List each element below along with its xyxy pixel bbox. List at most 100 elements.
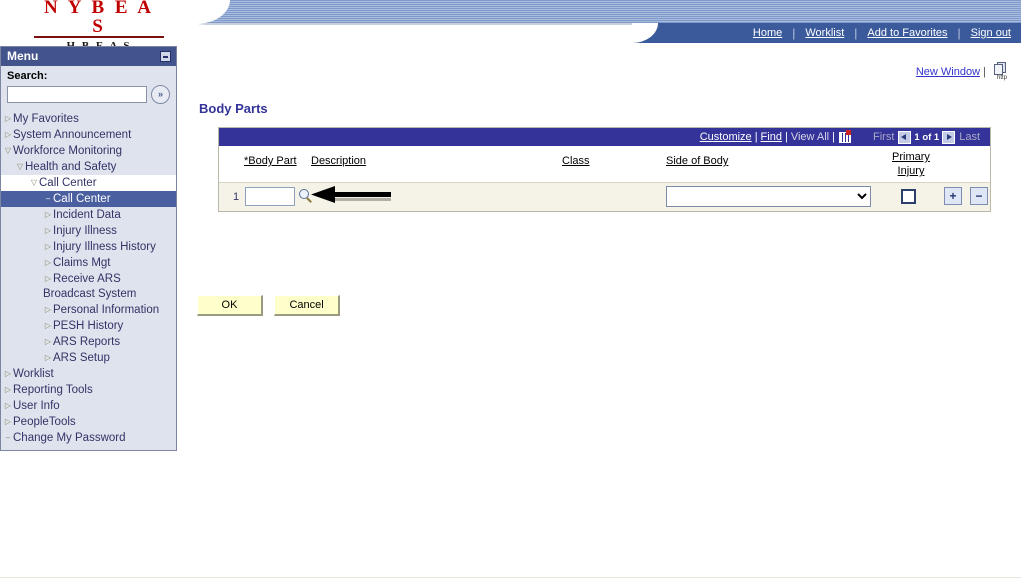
body-part-input[interactable] xyxy=(245,187,295,206)
delete-row-button[interactable]: − xyxy=(970,187,988,205)
twisty-collapsed-icon[interactable]: ▷ xyxy=(43,318,53,333)
grid-separator: | xyxy=(754,131,758,143)
sidebar-item-my-favorites[interactable]: ▷ My Favorites xyxy=(1,111,176,127)
sidebar-item-peopletools[interactable]: ▷ PeopleTools xyxy=(1,414,176,430)
sidebar-item-label: Worklist xyxy=(13,368,54,380)
grid-toolbar: Customize | Find | View All | First 1 of… xyxy=(219,128,990,146)
nav-home[interactable]: Home xyxy=(743,23,792,43)
sidebar-item-label: Claims Mgt xyxy=(53,257,111,269)
sidebar-item-ars-reports[interactable]: ▷ ARS Reports xyxy=(1,334,176,350)
twisty-collapsed-icon[interactable]: ▷ xyxy=(3,398,13,413)
header-banner-stripe xyxy=(196,0,1021,25)
grid-separator: | xyxy=(832,131,835,143)
previous-row-icon[interactable] xyxy=(898,130,912,144)
twisty-collapsed-icon[interactable]: ▷ xyxy=(43,223,53,238)
twisty-leaf-icon: – xyxy=(45,194,51,203)
table-row: 1 + − xyxy=(219,182,990,211)
twisty-collapsed-icon[interactable]: ▷ xyxy=(3,111,13,126)
view-all-link[interactable]: View All xyxy=(791,131,829,143)
sidebar-item-label: My Favorites xyxy=(13,113,79,125)
search-go-icon[interactable]: » xyxy=(151,85,170,104)
sidebar-item-call-center[interactable]: – Call Center xyxy=(1,191,176,207)
twisty-collapsed-icon[interactable]: ▷ xyxy=(3,127,13,142)
twisty-expanded-icon[interactable]: ▽ xyxy=(3,143,13,158)
new-window-bar: New Window | http xyxy=(0,62,1010,81)
row-counter: 1 of 1 xyxy=(914,131,940,143)
sidebar-item-claims-mgt[interactable]: ▷ Claims Mgt xyxy=(1,255,176,271)
sidebar-item-personal-information[interactable]: ▷ Personal Information xyxy=(1,302,176,318)
top-navbar-links: Home | Worklist | Add to Favorites | Sig… xyxy=(632,23,1021,43)
sidebar-item-health-and-safety[interactable]: ▽ Health and Safety xyxy=(1,159,176,175)
page-title: Body Parts xyxy=(199,101,268,116)
primary-injury-checkbox[interactable] xyxy=(901,189,916,204)
sidebar-item-label: User Info xyxy=(13,400,60,412)
sidebar-item-label: Workforce Monitoring xyxy=(13,145,123,157)
twisty-collapsed-icon[interactable]: ▷ xyxy=(43,350,53,365)
menu-tree: ▷ My Favorites ▷ System Announcement ▽ Workfo… xyxy=(1,109,176,450)
col-description[interactable]: Description xyxy=(311,155,366,167)
twisty-collapsed-icon[interactable]: ▷ xyxy=(3,382,13,397)
sidebar-item-label: Call Center xyxy=(39,177,97,189)
sidebar-item-ars-setup[interactable]: ▷ ARS Setup xyxy=(1,350,176,366)
http-icon-caption: http xyxy=(996,75,1007,81)
col-class[interactable]: Class xyxy=(562,155,590,167)
nav-worklist[interactable]: Worklist xyxy=(795,23,854,43)
sidebar-item-system-announcement[interactable]: ▷ System Announcement xyxy=(1,127,176,143)
lookup-search-icon[interactable] xyxy=(299,189,314,204)
sidebar-item-label: Receive ARS Broadcast System xyxy=(43,273,137,300)
customize-link[interactable]: Customize xyxy=(700,131,752,143)
search-input[interactable] xyxy=(7,86,147,103)
sidebar-item-worklist[interactable]: ▷ Worklist xyxy=(1,366,176,382)
sidebar-item-label: Personal Information xyxy=(53,304,160,316)
page-header: N Y B E A S H B E A S Home | Worklist | … xyxy=(0,0,1021,54)
col-primary-injury[interactable]: Primary Injury xyxy=(867,150,955,178)
sidebar-item-label: Injury Illness xyxy=(53,225,117,237)
sidebar-item-reporting-tools[interactable]: ▷ Reporting Tools xyxy=(1,382,176,398)
twisty-expanded-icon[interactable]: ▽ xyxy=(29,175,39,190)
sidebar-item-incident-data[interactable]: ▷ Incident Data xyxy=(1,207,176,223)
sidebar-item-label: Change My Password xyxy=(13,432,126,444)
col-side-of-body[interactable]: Side of Body xyxy=(666,155,728,167)
find-link[interactable]: Find xyxy=(761,131,782,143)
sidebar-item-injury-illness[interactable]: ▷ Injury Illness xyxy=(1,223,176,239)
twisty-collapsed-icon[interactable]: ▷ xyxy=(3,414,13,429)
sidebar-item-call-center[interactable]: ▽ Call Center xyxy=(1,175,176,191)
twisty-collapsed-icon[interactable]: ▷ xyxy=(43,255,53,270)
toolbar-separator: | xyxy=(983,66,986,78)
sidebar-item-change-my-password[interactable]: – Change My Password xyxy=(1,430,176,446)
twisty-collapsed-icon[interactable]: ▷ xyxy=(43,239,53,254)
action-buttons: OK Cancel xyxy=(197,295,348,316)
add-row-button[interactable]: + xyxy=(944,187,962,205)
ok-button[interactable]: OK xyxy=(197,295,263,316)
sidebar-item-injury-illness-history[interactable]: ▷ Injury Illness History xyxy=(1,239,176,255)
nav-sign-out[interactable]: Sign out xyxy=(961,23,1021,43)
twisty-collapsed-icon[interactable]: ▷ xyxy=(43,271,53,286)
menu-title-label: Menu xyxy=(7,49,39,63)
new-window-link[interactable]: New Window xyxy=(916,66,980,78)
twisty-collapsed-icon[interactable]: ▷ xyxy=(43,302,53,317)
grid-column-headers: *Body Part Description Class Side of Bod… xyxy=(219,146,990,182)
next-row-icon[interactable] xyxy=(942,130,956,144)
download-grid-icon[interactable] xyxy=(839,129,851,143)
sidebar-item-user-info[interactable]: ▷ User Info xyxy=(1,398,176,414)
sidebar-item-label: Health and Safety xyxy=(25,161,117,173)
grid-pager: First 1 of 1 Last xyxy=(869,130,984,144)
side-of-body-select[interactable] xyxy=(666,186,871,207)
sidebar-item-receive-ars-broadcast-system[interactable]: ▷ Receive ARS Broadcast System xyxy=(1,271,176,302)
minimize-icon[interactable] xyxy=(160,51,171,62)
twisty-collapsed-icon[interactable]: ▷ xyxy=(43,334,53,349)
sidebar-item-label: System Announcement xyxy=(13,129,132,141)
sidebar-item-workforce-monitoring[interactable]: ▽ Workforce Monitoring xyxy=(1,143,176,159)
nav-add-to-favorites[interactable]: Add to Favorites xyxy=(857,23,957,43)
twisty-leaf-icon: – xyxy=(5,433,11,442)
twisty-expanded-icon[interactable]: ▽ xyxy=(15,159,25,174)
col-body-part[interactable]: *Body Part xyxy=(244,155,297,167)
sidebar-item-pesh-history[interactable]: ▷ PESH History xyxy=(1,318,176,334)
cancel-button[interactable]: Cancel xyxy=(274,295,341,316)
col-primary-injury-line2: Injury xyxy=(897,165,925,177)
twisty-collapsed-icon[interactable]: ▷ xyxy=(43,207,53,222)
first-label: First xyxy=(873,131,895,143)
twisty-collapsed-icon[interactable]: ▷ xyxy=(3,366,13,381)
sidebar-item-label: ARS Setup xyxy=(53,352,110,364)
http-icon[interactable]: http xyxy=(994,62,1010,81)
